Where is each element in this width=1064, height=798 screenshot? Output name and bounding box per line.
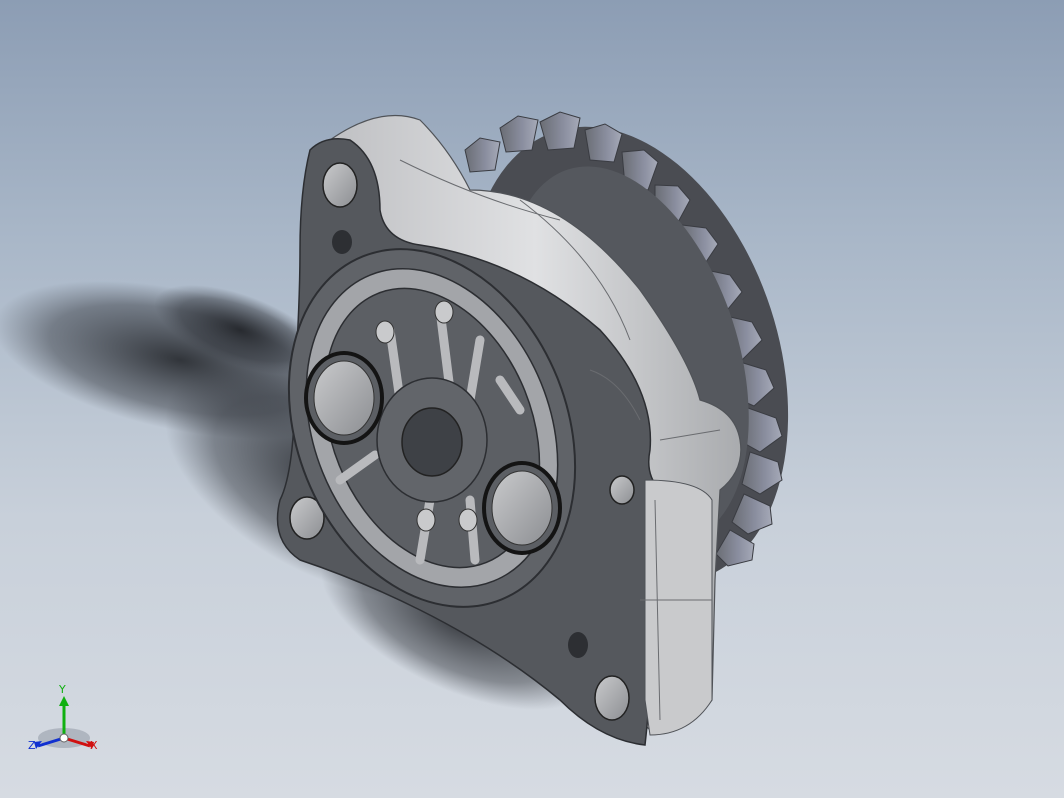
- z-axis-label: Z: [28, 739, 36, 752]
- dowel-pin-bottom: [568, 632, 588, 658]
- oil-pump-model[interactable]: [0, 0, 1064, 798]
- reference-triad: Y X Z: [26, 683, 106, 756]
- y-axis-label: Y: [59, 683, 66, 696]
- dowel-pin-top: [332, 230, 352, 254]
- mount-hole-top: [322, 162, 358, 208]
- mount-hole-bottom: [594, 675, 630, 721]
- x-axis-label: X: [90, 739, 98, 752]
- shaft-bore: [401, 407, 463, 477]
- mount-hole-right: [609, 475, 635, 505]
- graphics-viewport[interactable]: Y X Z: [0, 0, 1064, 798]
